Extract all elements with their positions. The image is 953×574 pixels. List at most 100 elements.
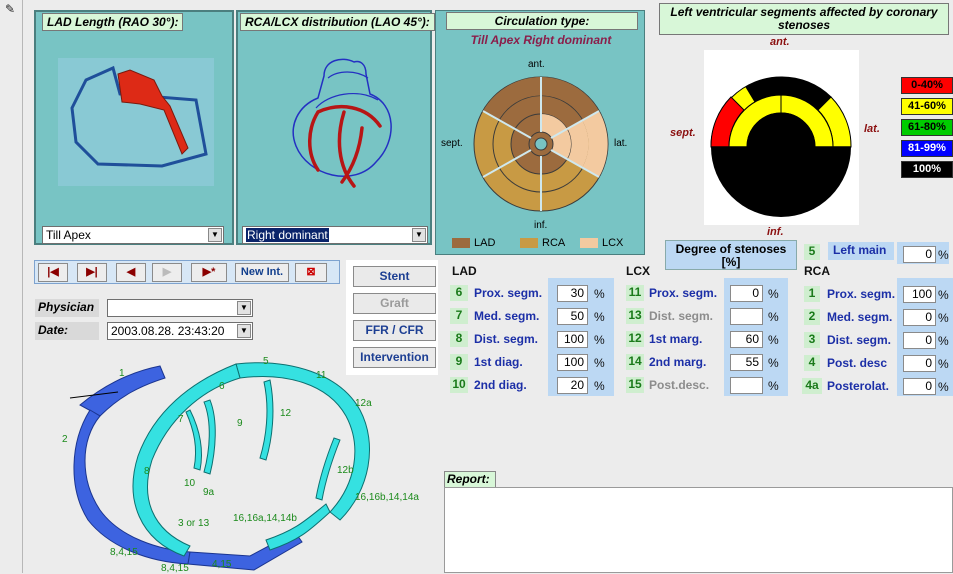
rca-dist-input[interactable]: 0: [903, 332, 936, 349]
stenosis-header: Degree of stenoses [%]: [665, 240, 797, 270]
coronary-label: 12a: [355, 398, 372, 409]
percent-sign: %: [768, 333, 779, 347]
lcx-prox-input[interactable]: 0: [730, 285, 763, 302]
circ-label-sept: sept.: [441, 138, 463, 149]
lcx-row-label: Dist. segm.: [649, 309, 714, 323]
legend-label-rca: RCA: [542, 237, 566, 249]
coronary-label: 16,16b,14,14a: [355, 492, 419, 503]
percent-sign: %: [938, 288, 949, 302]
lad-length-select[interactable]: Till Apex ▼: [42, 226, 224, 244]
lcx-row-number: 11: [626, 285, 644, 301]
report-textarea[interactable]: [444, 487, 953, 573]
legend-swatch-rca: [520, 238, 538, 248]
next-record-button[interactable]: ▶: [152, 263, 182, 282]
previous-record-button[interactable]: ◀: [116, 263, 146, 282]
chevron-down-icon[interactable]: ▼: [412, 228, 426, 242]
circulation-subtitle: Till Apex Right dominant: [470, 33, 612, 47]
rca-row-label: Prox. segm.: [827, 287, 896, 301]
rca-lcx-panel: RCA/LCX distribution (LAO 45°): Right do…: [236, 10, 435, 245]
lcx-marg2-input[interactable]: 55: [730, 354, 763, 371]
lad-row-number: 10: [450, 377, 468, 393]
percent-sign: %: [938, 248, 949, 262]
previous-record-icon: ◀: [126, 266, 136, 278]
new-record-button[interactable]: ▶*: [191, 263, 227, 282]
graft-button[interactable]: Graft: [353, 293, 436, 314]
lcx-marg1-input[interactable]: 60: [730, 331, 763, 348]
lad-panel-title: LAD Length (RAO 30°):: [42, 13, 184, 31]
chevron-down-icon[interactable]: ▼: [237, 301, 251, 315]
lad-diag1-input[interactable]: 100: [557, 354, 588, 371]
last-record-icon: ▶|: [86, 266, 98, 278]
left-main-label-box: Left main: [828, 242, 894, 260]
record-selector-gutter: ✎: [0, 0, 23, 573]
legend-41-60: 41-60%: [901, 98, 953, 115]
left-main-number: 5: [804, 244, 820, 260]
legend-100: 100%: [901, 161, 953, 178]
rca-postdesc-input[interactable]: 0: [903, 355, 936, 372]
lad-length-panel: LAD Length (RAO 30°): Till Apex ▼: [34, 10, 234, 245]
circ-label-lat: lat.: [614, 138, 628, 149]
lcx-row-label: Post.desc.: [649, 378, 710, 392]
date-value: 2003.08.28. 23:43:20: [111, 324, 225, 338]
lcx-dist-input[interactable]: [730, 308, 763, 325]
rca-med-input[interactable]: 0: [903, 309, 936, 326]
rca-row-label: Med. segm.: [827, 310, 893, 324]
lcx-group-header: LCX: [626, 264, 650, 278]
rca-row-number: 1: [804, 286, 820, 302]
left-main-input[interactable]: 0: [903, 246, 936, 263]
last-record-button[interactable]: ▶|: [77, 263, 107, 282]
lad-row-number: 7: [450, 308, 468, 324]
lad-prox-input[interactable]: 30: [557, 285, 588, 302]
chevron-down-icon[interactable]: ▼: [208, 228, 222, 242]
rca-heart-diagram: [292, 58, 392, 188]
coronary-label: 1: [119, 368, 125, 379]
percent-sign: %: [938, 311, 949, 325]
lcx-row-number: 12: [626, 331, 644, 347]
lv-segments-chart: [710, 76, 852, 217]
lad-dist-input[interactable]: 100: [557, 331, 588, 348]
coronary-tree-diagram: [69, 362, 370, 571]
rca-row-number: 4: [804, 355, 820, 371]
record-navigation-bar: |◀ ▶| ◀ ▶ ▶* New Int. ⊠: [34, 260, 340, 284]
delete-record-button[interactable]: ⊠: [295, 263, 327, 282]
coronary-label: 8,4,15: [161, 563, 189, 574]
legend-81-99: 81-99%: [901, 140, 953, 157]
percent-sign: %: [938, 380, 949, 394]
lv-label-inf: inf.: [767, 226, 784, 238]
lv-panel-title: Left ventricular segments affected by co…: [659, 3, 949, 35]
lad-med-input[interactable]: 50: [557, 308, 588, 325]
lcx-postdesc-input[interactable]: [730, 377, 763, 394]
rca-group-header: RCA: [804, 264, 830, 278]
percent-sign: %: [768, 356, 779, 370]
physician-select[interactable]: ▼: [107, 299, 253, 317]
rca-posterolat-input[interactable]: 0: [903, 378, 936, 395]
date-label: Date:: [35, 322, 99, 340]
coronary-label: 3 or 13: [178, 518, 210, 529]
rca-row-number: 3: [804, 332, 820, 348]
stent-button[interactable]: Stent: [353, 266, 436, 287]
pencil-icon: ✎: [5, 2, 16, 16]
coronary-label: 9a: [203, 487, 215, 498]
new-record-icon: ▶*: [202, 266, 216, 278]
lad-diag2-input[interactable]: 20: [557, 377, 588, 394]
rca-distribution-select[interactable]: Right dominant ▼: [242, 226, 428, 244]
new-int-button[interactable]: New Int.: [235, 263, 289, 282]
coronary-label: 12: [280, 408, 292, 419]
lad-row-number: 6: [450, 285, 468, 301]
bullseye-circulation-chart: [473, 76, 609, 212]
chevron-down-icon[interactable]: ▼: [237, 324, 251, 338]
ffr-cfr-button[interactable]: FFR / CFR: [353, 320, 436, 341]
lad-length-value: Till Apex: [46, 228, 91, 242]
percent-sign: %: [938, 357, 949, 371]
lcx-row-label: Prox. segm.: [649, 286, 718, 300]
rca-prox-input[interactable]: 100: [903, 286, 936, 303]
lad-row-label: Prox. segm.: [474, 286, 543, 300]
lad-row-number: 8: [450, 331, 468, 347]
legend-label-lad: LAD: [474, 237, 496, 249]
date-select[interactable]: 2003.08.28. 23:43:20 ▼: [107, 322, 253, 340]
first-record-button[interactable]: |◀: [38, 263, 68, 282]
coronary-label: 11: [316, 370, 327, 381]
coronary-label: 2: [62, 434, 68, 445]
percent-sign: %: [594, 333, 605, 347]
first-record-icon: |◀: [47, 266, 59, 278]
